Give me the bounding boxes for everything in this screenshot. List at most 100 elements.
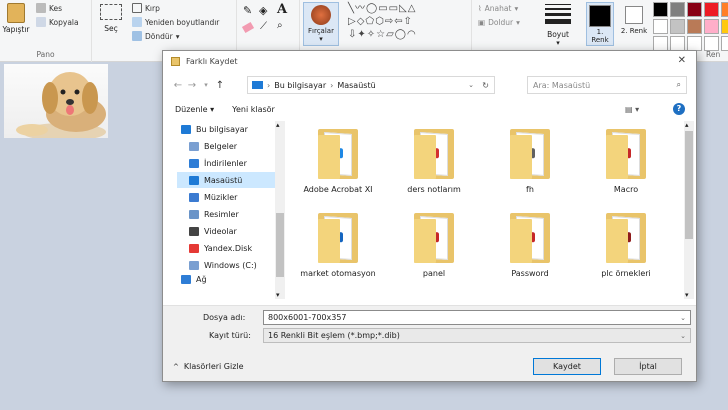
nav-item[interactable]: Ağ [177,271,275,287]
nav-item[interactable]: Masaüstü [177,172,275,188]
color1-button[interactable]: 1. Renk [586,2,614,46]
palette-swatch[interactable] [687,36,702,51]
files-scrollbar[interactable]: ▴ ▾ [684,121,694,299]
files-scroll-thumb[interactable] [685,131,693,239]
nav-item[interactable]: Yandex.Disk [177,240,275,256]
puppy-picture [16,72,106,141]
copy-button[interactable]: Kopyala [36,17,79,27]
organize-button[interactable]: Düzenle ▾ [175,105,214,114]
folder-item[interactable]: ders notlarım [389,127,479,195]
magnifier-icon[interactable]: ⌕ [277,20,283,31]
dog-image[interactable] [4,64,108,141]
chevron-down-icon: ▾ [319,35,323,43]
folder-icon [316,211,360,265]
nav-item[interactable]: İndirilenler [177,155,275,171]
filetype-select[interactable]: 16 Renkli Bit eşlem (*.bmp;*.dib) ⌄ [263,328,691,343]
palette-swatch[interactable] [721,2,728,17]
copy-icon [36,17,46,27]
nav-scrollbar[interactable]: ▴ ▾ [275,121,285,299]
palette-swatch[interactable] [653,19,668,34]
nav-item[interactable]: Resimler [177,206,275,222]
filename-label: Dosya adı: [203,313,246,322]
search-input[interactable]: Ara: Masaüstü ⌕ [527,76,687,94]
text-icon[interactable]: A [277,2,287,17]
folder-item[interactable]: market otomasyon [293,211,383,279]
eraser-icon[interactable] [241,21,255,34]
palette-swatch[interactable] [721,36,728,51]
folder-item[interactable]: Adobe Acrobat XI [293,127,383,195]
palette-swatch[interactable] [670,2,685,17]
close-icon[interactable]: ✕ [678,55,686,66]
size-button[interactable]: Boyut ▾ [540,2,576,47]
folder-item[interactable]: fh [485,127,575,195]
folder-icon [604,211,648,265]
folder-item[interactable]: Macro [581,127,671,195]
rotate-button[interactable]: Döndür ▾ [132,31,179,41]
color2-button[interactable]: 2. Renk [620,2,648,46]
up-arrow-icon[interactable]: ↑ [213,80,227,91]
forward-arrow-icon[interactable]: → [185,80,199,91]
folder-item[interactable]: plc örnekleri [581,211,671,279]
palette-swatch[interactable] [653,36,668,51]
scroll-down-icon[interactable]: ▾ [276,291,280,299]
resize-button[interactable]: Yeniden boyutlandır [132,17,219,27]
scroll-down-icon[interactable]: ▾ [685,291,689,299]
chevron-down-icon[interactable]: ⌄ [680,314,686,322]
hide-folders-toggle[interactable]: ^ Klasörleri Gizle [173,362,244,371]
folder-icon [508,211,552,265]
palette-swatch[interactable] [687,2,702,17]
help-icon[interactable]: ? [673,103,685,115]
address-bar[interactable]: › Bu bilgisayar › Masaüstü ⌄ ↻ [247,76,495,94]
outline-button[interactable]: ⌇ Anahat ▾ [478,4,518,13]
nav-item[interactable]: Bu bilgisayar [177,121,275,137]
folder-item[interactable]: panel [389,211,479,279]
palette-swatch[interactable] [670,19,685,34]
chevron-down-icon[interactable]: ⌄ [680,332,686,340]
music-icon [189,192,199,202]
palette-swatch[interactable] [704,36,719,51]
desktop-icon [189,175,199,185]
filename-input[interactable]: 800x6001-700x357 ⌄ [263,310,691,325]
filetype-label: Kayıt türü: [209,331,251,340]
downloads-icon [189,158,199,168]
palette-swatch[interactable] [721,19,728,34]
palette-swatch[interactable] [704,19,719,34]
cancel-button[interactable]: İptal [614,358,682,375]
save-button[interactable]: Kaydet [533,358,601,375]
folder-item[interactable]: Password [485,211,575,279]
color1-swatch [589,5,611,27]
palette-swatch[interactable] [704,2,719,17]
breadcrumb-desktop[interactable]: Masaüstü [337,81,375,90]
nav-item[interactable]: Videolar [177,223,275,239]
address-row: ← → ▾ ↑ › Bu bilgisayar › Masaüstü ⌄ ↻ A… [163,73,696,97]
nav-item[interactable]: Belgeler [177,138,275,154]
computer-icon [181,124,191,134]
brushes-button[interactable]: Fırçalar ▾ [303,2,339,46]
color-palette [653,2,728,51]
crop-button[interactable]: Kırp [132,3,160,13]
selection-icon [100,4,122,20]
fill-bucket-icon[interactable]: ◈ [259,4,267,17]
color-picker-icon[interactable]: ⟋ [260,21,267,32]
pencil-icon[interactable]: ✎ [243,4,252,17]
fill-button[interactable]: ▣ Doldur ▾ [478,18,520,27]
new-folder-button[interactable]: Yeni klasör [232,105,275,114]
breadcrumb-this-pc[interactable]: Bu bilgisayar [274,81,326,90]
refresh-icon[interactable]: ↻ [482,81,489,90]
chevron-down-icon[interactable]: ⌄ [468,81,474,89]
view-options-icon[interactable]: ▤ ▾ [625,105,639,114]
chevron-down-icon[interactable]: ▾ [199,81,213,89]
scroll-up-icon[interactable]: ▴ [685,121,689,129]
nav-scroll-thumb[interactable] [276,213,284,277]
back-arrow-icon[interactable]: ← [171,80,185,91]
select-button[interactable]: Seç [96,4,126,33]
scroll-up-icon[interactable]: ▴ [276,121,280,129]
nav-item[interactable]: Müzikler [177,189,275,205]
shapes-gallery[interactable]: ╲〰◯▭▭◺△ ▷◇⬠⬡⇨⇦⇧ ⇩✦✧☆▱◯◠ [348,2,460,41]
palette-swatch[interactable] [670,36,685,51]
drive-icon [189,260,199,270]
palette-swatch[interactable] [653,2,668,17]
paste-button[interactable]: Yapıştır [2,3,30,34]
cut-button[interactable]: Kes [36,3,62,13]
palette-swatch[interactable] [687,19,702,34]
